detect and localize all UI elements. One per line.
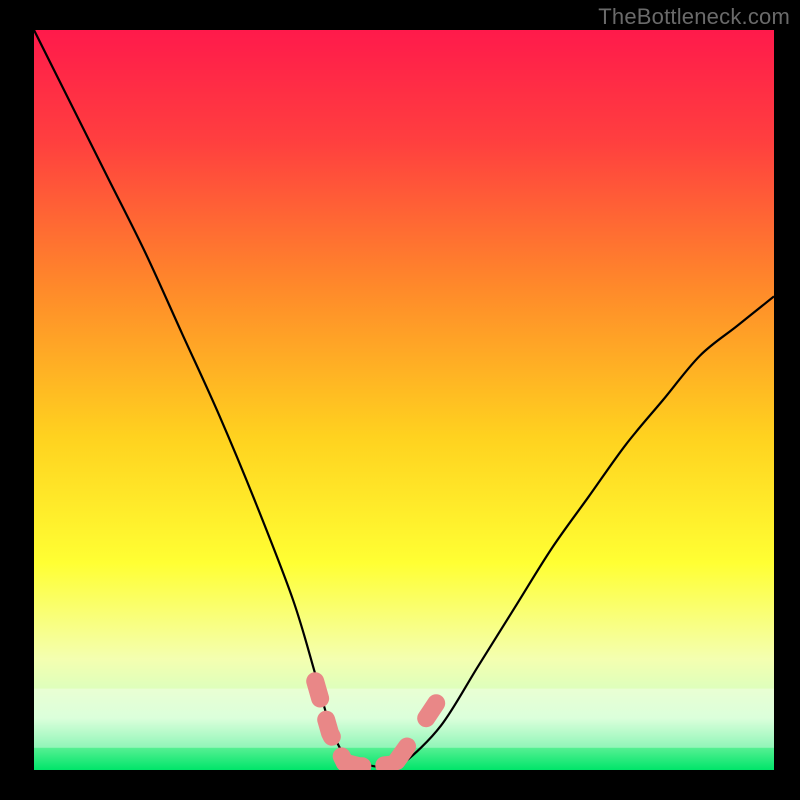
sweet-zone-marker-3 [426,696,441,718]
bottleneck-chart [34,30,774,770]
sweet-zone-marker-2 [397,740,412,761]
chart-canvas [34,30,774,770]
watermark-text: TheBottleneck.com [598,4,790,30]
sweet-zone-marker-1 [345,763,389,767]
